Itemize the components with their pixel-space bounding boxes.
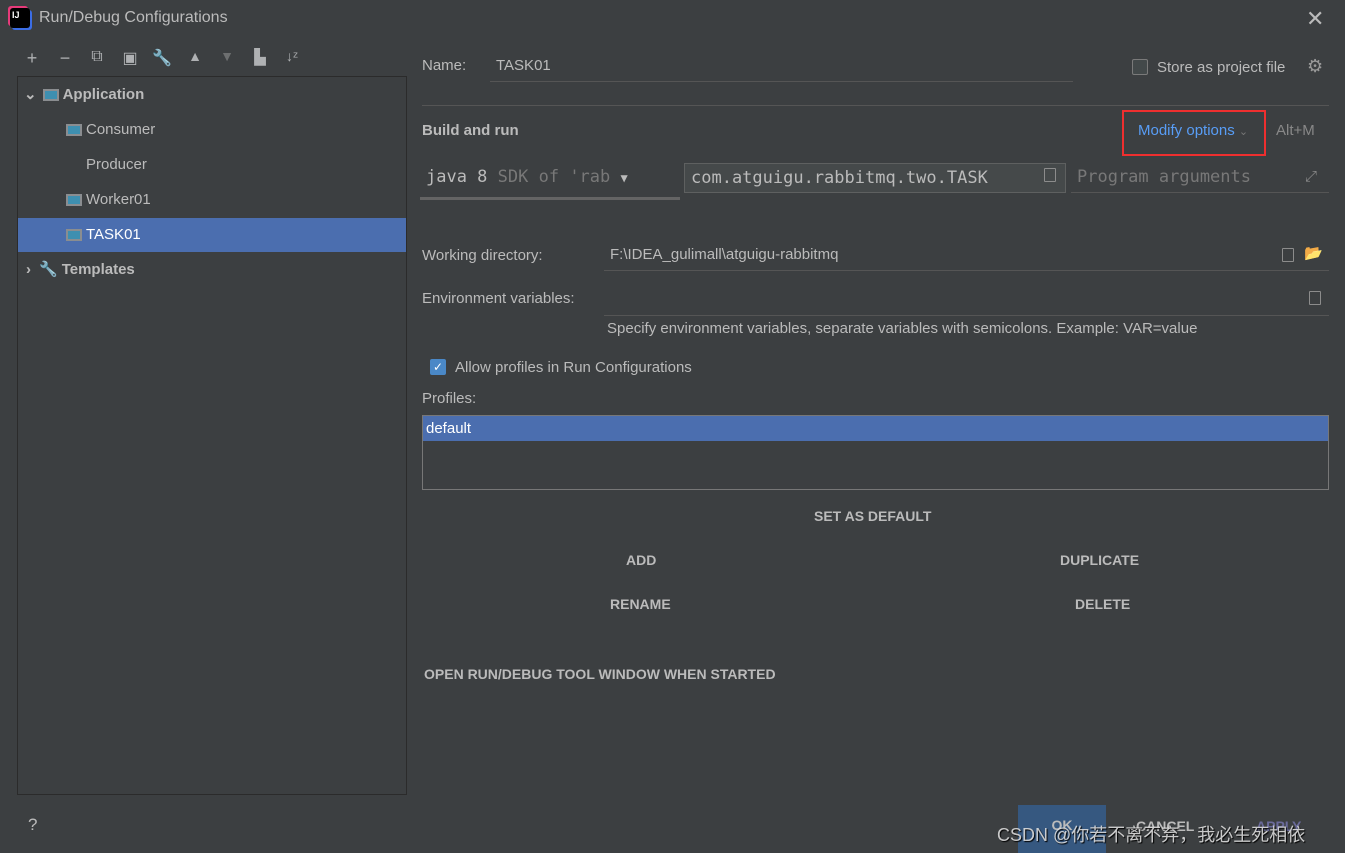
name-input[interactable]: TASK01 (490, 52, 1073, 82)
move-down-icon[interactable]: ▼ (215, 48, 239, 64)
application-icon (66, 229, 82, 242)
duplicate-button[interactable]: DUPLICATE (1060, 552, 1139, 568)
modify-options-link[interactable]: Modify options ⌄ (1138, 122, 1248, 139)
application-icon (66, 124, 82, 137)
tree-item-task01[interactable]: TASK01 (18, 218, 406, 252)
title-bar: IJ Run/Debug Configurations ✕ (0, 0, 1345, 36)
sort-icon[interactable]: ↓ᶻ (280, 48, 304, 64)
name-label: Name: (422, 57, 467, 74)
divider (422, 105, 1329, 106)
gear-icon[interactable]: ⚙ (1307, 56, 1323, 77)
remove-icon[interactable]: − (53, 48, 77, 69)
program-arguments-input[interactable]: Program arguments (1071, 163, 1329, 193)
document-icon[interactable] (1044, 168, 1056, 182)
tree-item-application[interactable]: ⌄ Application (18, 78, 406, 112)
intellij-logo-icon: IJ (10, 8, 30, 28)
document-icon[interactable] (1309, 291, 1321, 305)
environment-variables-hint: Specify environment variables, separate … (607, 320, 1198, 337)
delete-button[interactable]: DELETE (1075, 596, 1130, 612)
allow-profiles-checkbox[interactable]: ✓ (430, 359, 446, 375)
modify-options-shortcut: Alt+M (1276, 122, 1315, 139)
document-icon[interactable] (1282, 248, 1294, 262)
store-project-label[interactable]: Store as project file (1157, 59, 1285, 76)
new-folder-icon[interactable]: ▙ (248, 48, 272, 66)
config-tree[interactable]: ⌄ Application Consumer Producer Worker01 … (17, 76, 407, 795)
copy-icon[interactable]: ⧉ (85, 48, 109, 66)
tree-item-producer[interactable]: Producer (18, 148, 406, 182)
profiles-label: Profiles: (422, 390, 477, 407)
add-button[interactable]: ADD (626, 552, 656, 568)
help-button[interactable]: ? (28, 815, 37, 835)
move-up-icon[interactable]: ▲ (183, 48, 207, 64)
main-class-input[interactable]: com.atguigu.rabbitmq.two.TASK (684, 163, 1066, 193)
environment-variables-label: Environment variables: (422, 290, 575, 307)
tree-item-templates[interactable]: › 🔧 Templates (18, 253, 406, 287)
chevron-right-icon[interactable]: › (26, 261, 31, 278)
folder-icon[interactable]: 📂 (1304, 244, 1323, 262)
application-icon (42, 89, 59, 102)
profile-item-default[interactable]: default (423, 416, 1328, 441)
rename-button[interactable]: RENAME (610, 596, 671, 612)
wrench-icon: 🔧 (39, 261, 58, 278)
build-run-title: Build and run (422, 122, 519, 139)
allow-profiles-label[interactable]: Allow profiles in Run Configurations (455, 359, 692, 376)
environment-variables-input[interactable] (604, 284, 1329, 316)
tree-item-worker01[interactable]: Worker01 (18, 183, 406, 217)
chevron-down-icon: ⌄ (1238, 126, 1249, 138)
application-icon (66, 194, 82, 207)
chevron-down-icon[interactable]: ⌄ (24, 86, 37, 103)
profiles-list[interactable]: default (422, 415, 1329, 490)
close-icon[interactable]: ✕ (1306, 6, 1324, 32)
open-tool-window-button[interactable]: OPEN RUN/DEBUG TOOL WINDOW WHEN STARTED (424, 666, 776, 682)
set-default-button[interactable]: SET AS DEFAULT (814, 508, 931, 524)
window-title: Run/Debug Configurations (39, 9, 228, 26)
tree-item-consumer[interactable]: Consumer (18, 113, 406, 147)
jre-select[interactable]: java 8 SDK of 'rab ▼ (420, 163, 680, 200)
expand-icon[interactable]: ⤢ (1305, 168, 1317, 185)
save-icon[interactable]: ▣ (118, 48, 142, 68)
add-icon[interactable]: + (20, 48, 44, 69)
wrench-icon[interactable]: 🔧 (150, 48, 174, 68)
watermark: CSDN @你若不离不弃，我必生死相依 (997, 825, 1306, 845)
working-directory-input[interactable]: F:\IDEA_gulimall\atguigu-rabbitmq (604, 240, 1329, 271)
working-directory-label: Working directory: (422, 247, 543, 264)
store-project-checkbox[interactable] (1132, 59, 1148, 75)
